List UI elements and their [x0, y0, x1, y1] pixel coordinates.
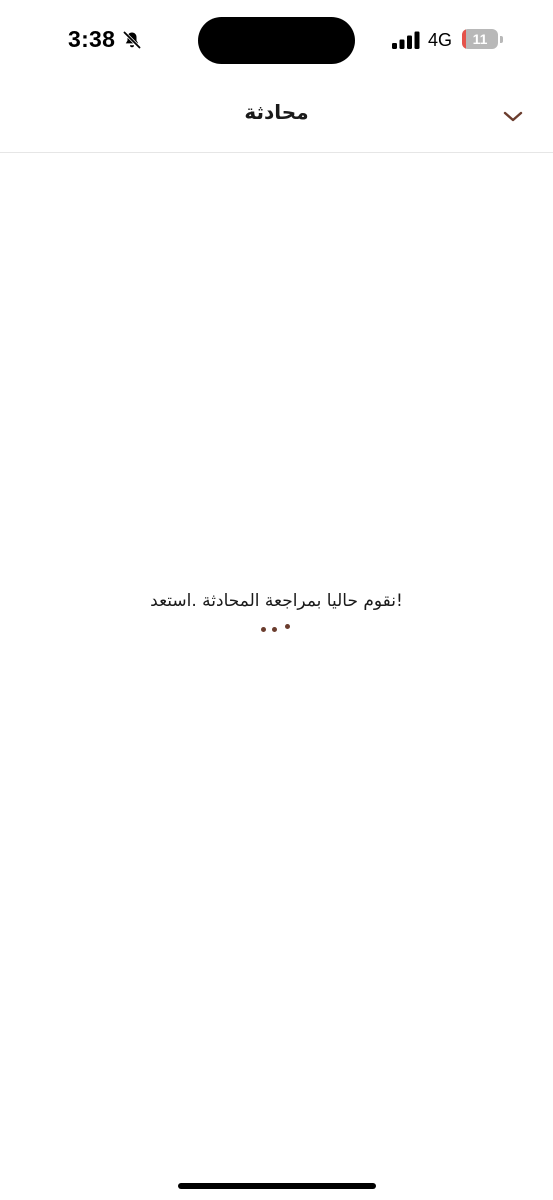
chevron-down-icon	[503, 111, 523, 122]
chat-header: محادثة	[0, 82, 553, 153]
page-title: محادثة	[244, 100, 309, 124]
screen: 3:38 4G 11 محادثة !نقوم حاليا بمراجعة ال…	[0, 0, 553, 1200]
typing-dot	[272, 627, 277, 632]
typing-dot	[285, 624, 290, 629]
dynamic-island	[198, 17, 355, 64]
collapse-button[interactable]	[498, 102, 528, 132]
battery-level: 11	[472, 31, 488, 47]
battery-icon: 11	[462, 29, 504, 51]
signal-bars-icon	[392, 31, 420, 49]
loading-message: !نقوم حاليا بمراجعة المحادثة .استعد	[150, 591, 403, 611]
network-type: 4G	[428, 30, 453, 50]
home-indicator[interactable]	[178, 1183, 376, 1189]
typing-dot	[261, 627, 266, 632]
typing-indicator	[258, 622, 294, 636]
status-bar: 3:38 4G 11	[0, 0, 553, 82]
bell-slash-icon	[122, 30, 142, 50]
status-time: 3:38	[68, 26, 116, 52]
